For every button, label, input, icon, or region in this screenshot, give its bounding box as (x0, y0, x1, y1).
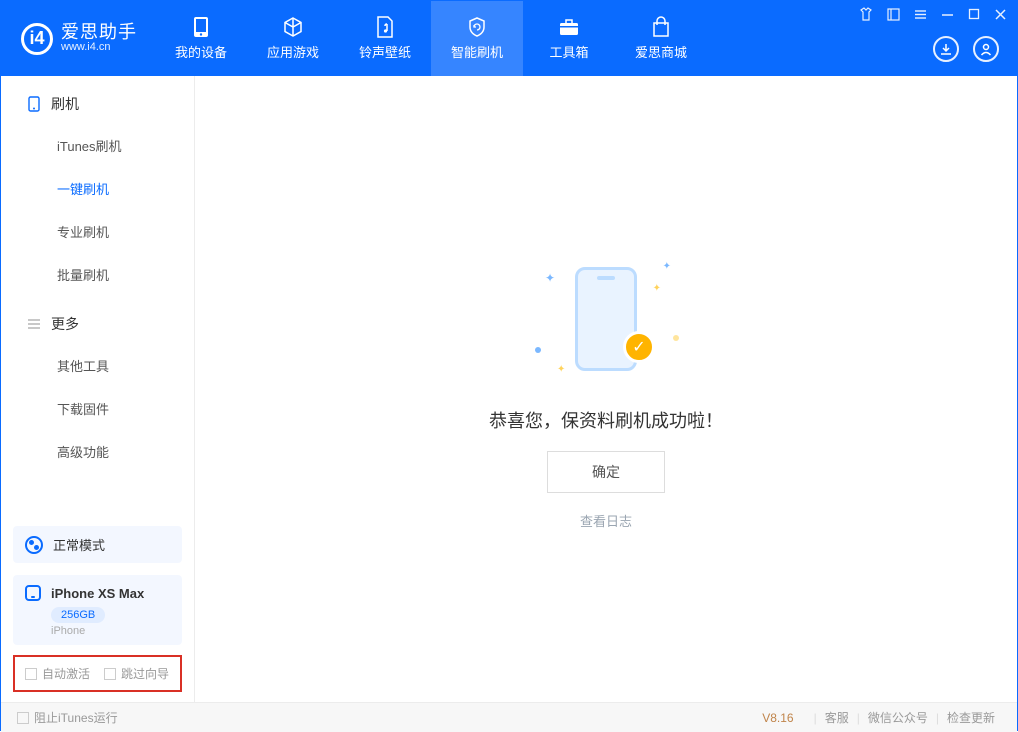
version-label: V8.16 (762, 711, 793, 725)
main-content: ✦ ✦ ✦ ✦ ✓ 恭喜您，保资料刷机成功啦！ 确定 查看日志 (195, 76, 1017, 702)
list-icon (27, 317, 41, 331)
tab-toolbox[interactable]: 工具箱 (523, 1, 615, 76)
device-name: iPhone XS Max (51, 586, 144, 601)
dot-icon (673, 335, 679, 341)
footer: 阻止iTunes运行 V8.16 | 客服 | 微信公众号 | 检查更新 (1, 702, 1017, 732)
sparkle-icon: ✦ (545, 271, 555, 285)
menu-icon[interactable] (914, 7, 927, 21)
device-phone-icon (25, 585, 41, 601)
checkbox-skip-guide[interactable]: 跳过向导 (104, 665, 169, 682)
sparkle-icon: ✦ (663, 261, 671, 272)
collapse-icon[interactable] (887, 7, 900, 21)
footer-link-wechat[interactable]: 微信公众号 (862, 709, 934, 726)
mode-icon (25, 536, 43, 554)
minimize-button[interactable] (941, 7, 954, 21)
tab-smart-flash[interactable]: 智能刷机 (431, 1, 523, 76)
confirm-button[interactable]: 确定 (547, 451, 665, 493)
device-storage-badge: 256GB (51, 607, 105, 623)
app-subtitle: www.i4.cn (61, 41, 137, 54)
sparkle-icon: ✦ (557, 364, 565, 375)
success-illustration: ✦ ✦ ✦ ✦ ✓ (531, 249, 681, 389)
device-mode-row[interactable]: 正常模式 (13, 526, 182, 563)
sidebar-item-itunes-flash[interactable]: iTunes刷机 (1, 124, 194, 167)
header-right-icons (933, 36, 999, 62)
logo-icon: i4 (21, 23, 53, 55)
shirt-icon[interactable] (859, 7, 873, 21)
checkbox-icon (25, 668, 37, 680)
bag-icon (650, 16, 672, 38)
sidebar-item-other-tools[interactable]: 其他工具 (1, 344, 194, 387)
sidebar-section-more: 更多 (1, 296, 194, 344)
tab-store[interactable]: 爱思商城 (615, 1, 707, 76)
checkbox-icon (104, 668, 116, 680)
dot-icon (535, 347, 541, 353)
app-logo[interactable]: i4 爱思助手 www.i4.cn (1, 1, 155, 76)
device-icon (27, 97, 41, 111)
view-log-link[interactable]: 查看日志 (580, 511, 632, 530)
device-type: iPhone (51, 625, 170, 637)
header: i4 爱思助手 www.i4.cn 我的设备 应用游戏 铃声壁纸 智能刷机 工具… (1, 1, 1017, 76)
app-title: 爱思助手 (61, 23, 137, 41)
device-mode-label: 正常模式 (53, 535, 105, 554)
sidebar-item-advanced[interactable]: 高级功能 (1, 430, 194, 473)
cube-icon (282, 16, 304, 38)
sidebar-section-flash: 刷机 (1, 76, 194, 124)
checkbox-auto-activate[interactable]: 自动激活 (25, 665, 90, 682)
maximize-button[interactable] (968, 7, 980, 21)
highlighted-checkbox-row: 自动激活 跳过向导 (13, 655, 182, 692)
checkmark-badge-icon: ✓ (623, 331, 655, 363)
download-icon[interactable] (933, 36, 959, 62)
sidebar-item-batch-flash[interactable]: 批量刷机 (1, 253, 194, 296)
shield-refresh-icon (466, 16, 488, 38)
sidebar: 刷机 iTunes刷机 一键刷机 专业刷机 批量刷机 更多 其他工具 下载固件 … (1, 76, 195, 702)
sidebar-item-download-firmware[interactable]: 下载固件 (1, 387, 194, 430)
footer-link-support[interactable]: 客服 (819, 709, 855, 726)
success-text: 恭喜您，保资料刷机成功啦！ (489, 407, 723, 433)
tab-apps-games[interactable]: 应用游戏 (247, 1, 339, 76)
footer-link-update[interactable]: 检查更新 (941, 709, 1001, 726)
checkbox-block-itunes[interactable]: 阻止iTunes运行 (17, 709, 118, 726)
nav-tabs: 我的设备 应用游戏 铃声壁纸 智能刷机 工具箱 爱思商城 (155, 1, 707, 76)
toolbox-icon (558, 16, 580, 38)
device-card[interactable]: iPhone XS Max 256GB iPhone (13, 575, 182, 645)
sparkle-icon: ✦ (653, 283, 661, 294)
window-controls (859, 7, 1007, 21)
tab-my-device[interactable]: 我的设备 (155, 1, 247, 76)
user-icon[interactable] (973, 36, 999, 62)
sidebar-item-pro-flash[interactable]: 专业刷机 (1, 210, 194, 253)
checkbox-icon (17, 712, 29, 724)
tab-ringtones-wallpapers[interactable]: 铃声壁纸 (339, 1, 431, 76)
close-button[interactable] (994, 7, 1007, 21)
sidebar-item-onekey-flash[interactable]: 一键刷机 (1, 167, 194, 210)
music-file-icon (374, 16, 396, 38)
phone-icon (190, 16, 212, 38)
